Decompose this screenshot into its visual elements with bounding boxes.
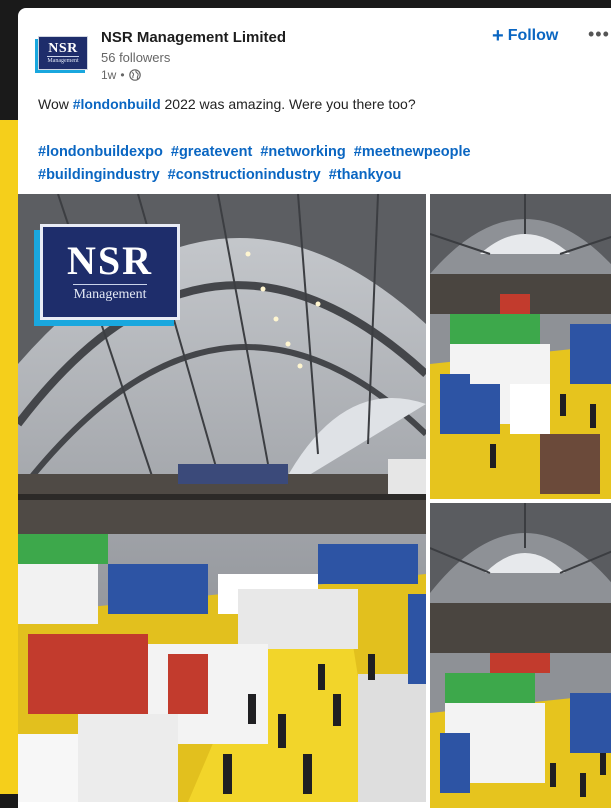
post-time: 1w <box>101 68 117 82</box>
hashtag-link[interactable]: #buildingindustry <box>38 167 160 183</box>
post-image-top-right[interactable] <box>430 194 611 499</box>
follow-button[interactable]: + Follow <box>492 25 558 47</box>
hashtag-link[interactable]: #networking <box>260 144 345 160</box>
hashtag-link[interactable]: #thankyou <box>329 167 402 183</box>
post-header: NSR Management NSR Management Limited 56… <box>18 8 611 96</box>
meta-separator: • <box>120 68 125 82</box>
globe-icon <box>128 69 141 81</box>
exhibition-hall-photo <box>430 503 611 808</box>
linkedin-post-card: NSR Management NSR Management Limited 56… <box>18 8 611 808</box>
nsr-logo-overlay: NSR Management <box>40 224 180 320</box>
company-name-link[interactable]: NSR Management Limited <box>101 29 286 46</box>
overlay-logo-text: NSR <box>66 238 154 283</box>
avatar-logo-text: NSR <box>48 40 78 56</box>
plus-icon: + <box>492 25 504 47</box>
company-avatar[interactable]: NSR Management <box>38 36 88 70</box>
post-image-bottom-right[interactable] <box>430 503 611 808</box>
exhibition-hall-photo <box>430 194 611 499</box>
post-text-prefix: Wow <box>38 96 73 112</box>
yellow-background-band <box>0 120 20 794</box>
hashtag-link[interactable]: #constructionindustry <box>168 167 321 183</box>
post-meta: 1w • <box>101 68 141 82</box>
post-body-text: Wow #londonbuild 2022 was amazing. Were … <box>38 96 598 112</box>
hashtag-link[interactable]: #meetnewpeople <box>354 144 471 160</box>
hashtag-list: #londonbuildexpo #greatevent #networking… <box>38 141 611 187</box>
hashtag-link[interactable]: #londonbuild <box>73 96 161 112</box>
more-horizontal-icon[interactable]: ••• <box>588 24 610 45</box>
follower-count: 56 followers <box>101 50 171 65</box>
post-text-suffix: 2022 was amazing. Were you there too? <box>160 96 416 112</box>
hashtag-link[interactable]: #londonbuildexpo <box>38 144 163 160</box>
avatar-logo-sub: Management <box>47 55 79 64</box>
hashtag-link[interactable]: #greatevent <box>171 144 252 160</box>
overlay-logo-sub: Management <box>73 284 147 303</box>
follow-label: Follow <box>507 27 559 44</box>
